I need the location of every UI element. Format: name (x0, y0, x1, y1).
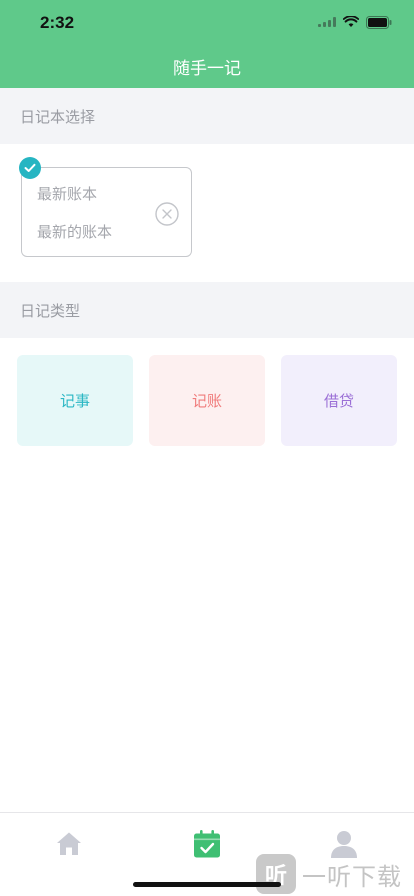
type-tile-loan[interactable]: 借贷 (281, 355, 397, 446)
notebook-section-header: 日记本选择 (0, 88, 414, 144)
tab-home[interactable] (54, 829, 84, 859)
type-tile-bookkeeping[interactable]: 记账 (149, 355, 265, 446)
page-title: 随手一记 (173, 59, 241, 79)
type-label-loan: 借贷 (323, 392, 354, 410)
type-label-bookkeeping: 记账 (191, 392, 222, 410)
app-header: 2:32 随手一记 (0, 0, 414, 88)
type-tile-note[interactable]: 记事 (17, 355, 133, 446)
notebook-section-title: 日记本选择 (20, 108, 96, 126)
watermark-text: 一听下载 (302, 862, 402, 891)
calendar-check-icon (194, 830, 220, 858)
wifi-icon (343, 16, 359, 27)
type-section-title: 日记类型 (20, 302, 81, 320)
selected-check-icon (19, 157, 41, 179)
status-icons (318, 14, 392, 30)
type-label-note: 记事 (59, 392, 90, 410)
remove-notebook-icon[interactable] (155, 202, 179, 226)
watermark-logo: 听 一听下载 (256, 854, 402, 894)
watermark-badge: 听 (256, 854, 296, 894)
tab-diary[interactable] (192, 829, 222, 859)
signal-icon (318, 17, 336, 27)
notebook-name: 最新账本 (37, 185, 98, 203)
battery-icon (366, 15, 392, 29)
notebook-card[interactable]: 最新账本 最新的账本 (21, 167, 192, 257)
type-section-header: 日记类型 (0, 282, 414, 338)
status-time: 2:32 (40, 13, 75, 32)
home-icon (57, 832, 81, 855)
home-indicator (133, 882, 281, 887)
notebook-description: 最新的账本 (37, 223, 113, 241)
